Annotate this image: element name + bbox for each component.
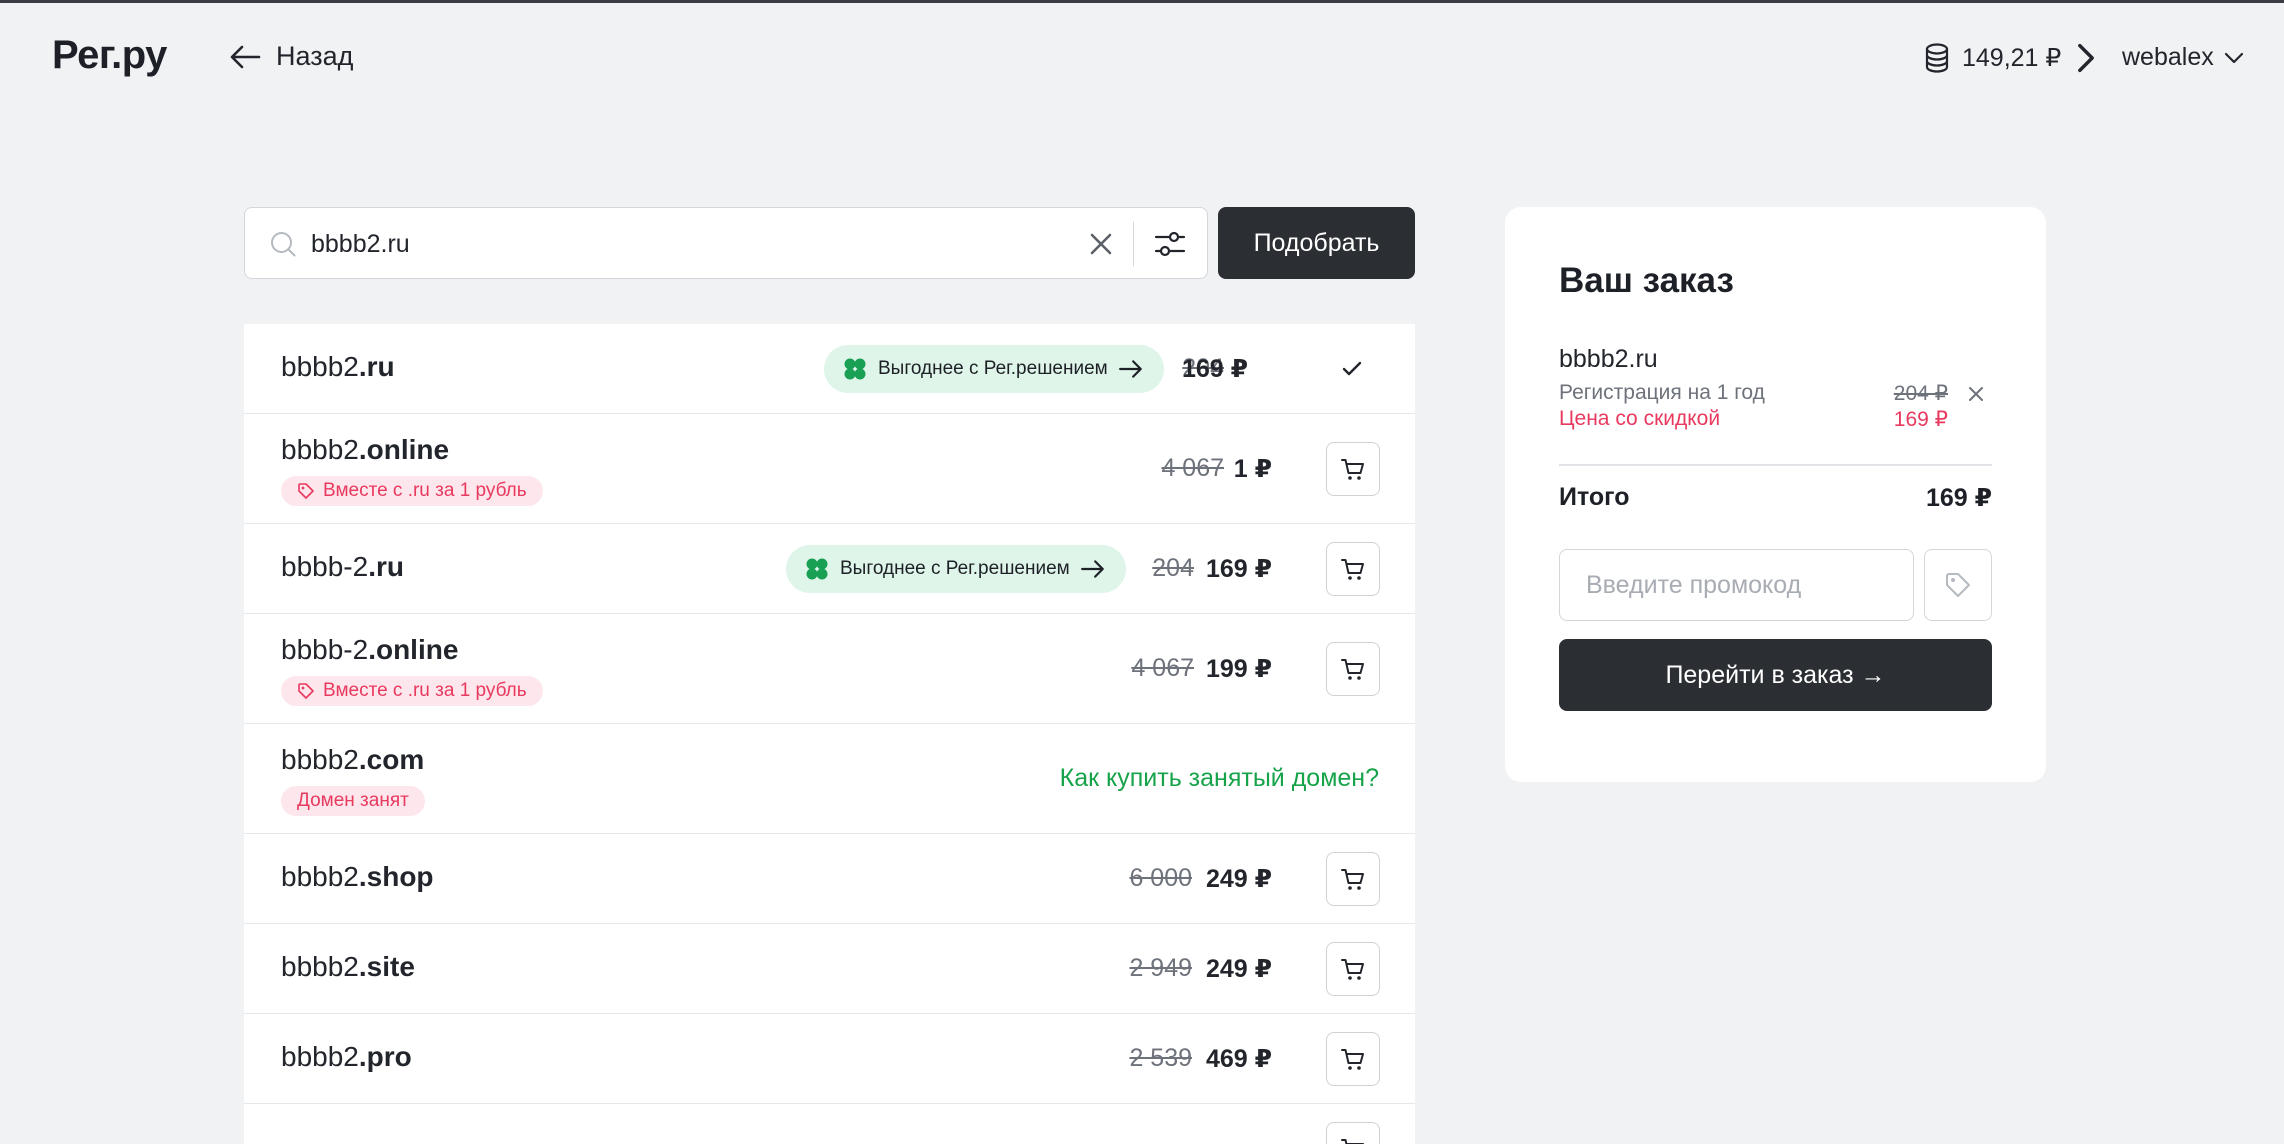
domain-name: bbbb2.com — [281, 744, 425, 775]
back-label: Назад — [276, 41, 354, 71]
badge-label: Выгоднее с Рег.решением — [840, 558, 1070, 579]
domain-search — [244, 207, 1208, 279]
taken-tag: Домен занят — [281, 786, 425, 816]
total-value: 169 ₽ — [1925, 484, 1992, 512]
clear-icon[interactable] — [1085, 228, 1117, 260]
header: Рег.ру Назад 149,21 ₽ webalex — [0, 3, 2284, 115]
clover-icon — [844, 358, 866, 380]
add-to-cart-button[interactable] — [1326, 1122, 1380, 1144]
order-divider — [1559, 464, 1992, 466]
username: webalex — [2122, 43, 2214, 71]
old-price: 204 — [1152, 554, 1194, 582]
add-to-cart-button[interactable] — [1326, 442, 1380, 496]
registration-old-price: 204 ₽ — [1893, 382, 1948, 405]
discount-label: Цена со скидкой — [1559, 407, 1721, 430]
cart-icon — [1341, 869, 1364, 890]
pick-button[interactable]: Подобрать — [1218, 207, 1415, 279]
search-divider — [1133, 222, 1134, 266]
old-price: 2 539 — [1129, 1044, 1192, 1072]
old-price: 4 067 — [1161, 454, 1224, 482]
add-to-cart-button[interactable] — [1326, 542, 1380, 596]
domain-name: bbbb2.site — [281, 951, 415, 982]
promo-input[interactable] — [1559, 549, 1914, 621]
filter-icon[interactable] — [1153, 228, 1187, 260]
promo-tag: Вместе с .ru за 1 рубль — [281, 476, 543, 506]
domain-results: bbbb2.ru Выгоднее с Рег.решением 204 169… — [244, 324, 1415, 1144]
tag-icon — [1946, 573, 1970, 597]
checkout-button[interactable]: Перейти в заказ → — [1559, 639, 1992, 711]
balance-widget[interactable]: 149,21 ₽ — [1922, 41, 2101, 75]
order-title: Ваш заказ — [1559, 261, 1734, 300]
badge-label: Выгоднее с Рег.решением — [878, 358, 1108, 379]
arrow-left-icon — [230, 45, 261, 68]
total-label: Итого — [1559, 483, 1630, 511]
reg-solution-badge[interactable]: Выгоднее с Рег.решением — [824, 345, 1164, 393]
search-icon — [271, 232, 296, 257]
buy-taken-domain-link[interactable]: Как купить занятый домен? — [1060, 764, 1379, 793]
add-to-cart-button[interactable] — [1326, 1032, 1380, 1086]
price: 249 ₽ — [1205, 955, 1272, 983]
domain-name: bbbb2.pro — [281, 1041, 412, 1072]
balance-amount: 149,21 ₽ — [1962, 44, 2062, 72]
check-icon[interactable] — [1338, 355, 1366, 383]
tag-icon — [298, 683, 314, 699]
cart-icon — [1341, 459, 1364, 480]
logo[interactable]: Рег.ру — [52, 33, 167, 78]
apply-promo-button[interactable] — [1924, 549, 1992, 621]
reg-solution-badge[interactable]: Выгоднее с Рег.решением — [786, 545, 1126, 593]
old-price: 4 067 — [1131, 654, 1194, 682]
old-price: 6 000 — [1129, 864, 1192, 892]
arrow-right-icon — [1118, 360, 1142, 378]
price: 469 ₽ — [1205, 1045, 1272, 1073]
arrow-right-icon — [1080, 560, 1104, 578]
domain-row: bbbb2.com Домен занят Как купить занятый… — [244, 724, 1415, 834]
discount-price: 169 ₽ — [1893, 408, 1948, 431]
order-panel: Ваш заказ bbbb2.ru Регистрация на 1 год … — [1505, 207, 2046, 782]
back-link[interactable]: Назад — [228, 41, 353, 72]
price: 199 ₽ — [1205, 655, 1272, 683]
registration-label: Регистрация на 1 год — [1559, 381, 1765, 404]
domain-name: bbbb-2.ru — [281, 551, 404, 582]
price: 249 ₽ — [1205, 865, 1272, 893]
price: 169 ₽ — [1181, 355, 1248, 383]
remove-icon[interactable] — [1965, 383, 1987, 405]
domain-name: bbbb-2.online — [281, 634, 459, 665]
domain-row[interactable]: bbbb2.shop 6 000 249 ₽ — [244, 834, 1415, 924]
promo-tag: Вместе с .ru за 1 рубль — [281, 676, 543, 706]
chevron-right-icon — [2078, 43, 2095, 73]
domain-row[interactable]: bbbb-2.ru Выгоднее с Рег.решением 204 16… — [244, 524, 1415, 614]
user-menu[interactable]: webalex — [2122, 43, 2244, 72]
domain-name: bbbb2.online — [281, 434, 450, 465]
domain-row[interactable]: bbbb2.ru Выгоднее с Рег.решением 204 169… — [244, 324, 1415, 414]
cart-icon — [1341, 659, 1364, 680]
order-domain: bbbb2.ru — [1559, 345, 1658, 373]
price: 1 ₽ — [1233, 455, 1272, 483]
old-price: 2 949 — [1129, 954, 1192, 982]
add-to-cart-button[interactable] — [1326, 942, 1380, 996]
search-input[interactable] — [309, 222, 913, 266]
chevron-down-icon — [2224, 52, 2243, 63]
coins-icon — [1925, 43, 1949, 73]
add-to-cart-button[interactable] — [1326, 642, 1380, 696]
domain-row[interactable]: bbbb2.site 2 949 249 ₽ — [244, 924, 1415, 1014]
domain-name: bbbb2.shop — [281, 861, 434, 892]
domain-row[interactable]: bbbb-2.online Вместе с .ru за 1 рубль 4 … — [244, 614, 1415, 724]
domain-name: bbbb2.ru — [281, 351, 395, 382]
cart-icon — [1341, 559, 1364, 580]
tag-icon — [298, 483, 314, 499]
add-to-cart-button[interactable] — [1326, 852, 1380, 906]
clover-icon — [806, 558, 828, 580]
cart-icon — [1341, 1049, 1364, 1070]
price: 169 ₽ — [1205, 555, 1272, 583]
domain-row[interactable]: bbbb2.pro 2 539 469 ₽ — [244, 1014, 1415, 1104]
domain-row[interactable]: bbbb2.online Вместе с .ru за 1 рубль 4 0… — [244, 414, 1415, 524]
cart-icon — [1341, 959, 1364, 980]
cart-icon — [1341, 1139, 1364, 1144]
domain-row-partial — [244, 1104, 1415, 1144]
